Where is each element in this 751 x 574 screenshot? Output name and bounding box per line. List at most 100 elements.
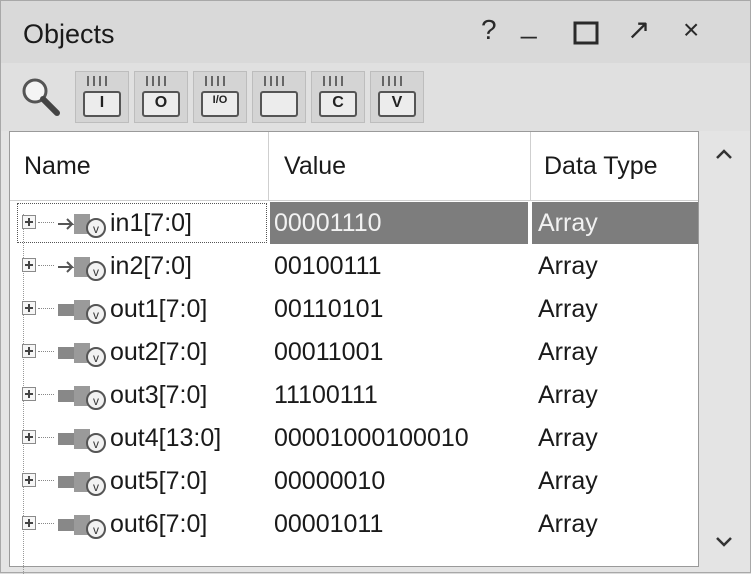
help-icon[interactable]: ?: [481, 15, 497, 45]
table-header: Name Value Data Type: [10, 132, 698, 201]
maximize-icon[interactable]: [573, 21, 599, 51]
signal-name: in2[7:0]: [110, 252, 193, 280]
vertical-scrollbar[interactable]: [699, 131, 749, 565]
data-type-cell[interactable]: Array: [532, 503, 698, 545]
value-cell[interactable]: 11100111: [270, 374, 528, 416]
constant-signal-filter-button[interactable]: C: [311, 71, 365, 123]
data-type-cell[interactable]: Array: [532, 417, 698, 459]
data-type-cell[interactable]: Array: [532, 331, 698, 373]
column-divider[interactable]: [268, 132, 269, 200]
output-signal-icon: v: [58, 472, 106, 496]
data-type-cell[interactable]: Array: [532, 288, 698, 330]
tree-connector: [38, 437, 54, 438]
svg-text:v: v: [93, 480, 99, 494]
toolbar-button-label: V: [391, 94, 403, 111]
svg-text:v: v: [93, 222, 99, 236]
table-row[interactable]: v in2[7:0] 00100111 Array: [10, 245, 698, 288]
name-cell[interactable]: v in1[7:0]: [16, 202, 268, 244]
data-type-cell[interactable]: Array: [532, 374, 698, 416]
close-icon[interactable]: ×: [683, 15, 699, 45]
scroll-up-icon[interactable]: [713, 143, 735, 165]
svg-text:v: v: [93, 523, 99, 537]
name-cell[interactable]: v in2[7:0]: [16, 245, 268, 287]
tree-connector: [38, 351, 54, 352]
input-signal-icon: v: [58, 214, 106, 238]
table-row[interactable]: v out6[7:0] 00001011 Array: [10, 503, 698, 546]
expand-icon[interactable]: [22, 430, 36, 444]
svg-text:v: v: [93, 437, 99, 451]
value-cell[interactable]: 00011001: [270, 331, 528, 373]
expand-icon[interactable]: [22, 258, 36, 272]
variable-signal-filter-button[interactable]: V: [370, 71, 424, 123]
expand-icon[interactable]: [22, 215, 36, 229]
value-cell[interactable]: 00001110: [270, 202, 528, 244]
expand-icon[interactable]: [22, 387, 36, 401]
internal-signal-icon: [260, 76, 298, 117]
expand-icon[interactable]: [22, 301, 36, 315]
output-signal-icon: v: [58, 515, 106, 539]
toolbar-button-label: I/O: [212, 94, 228, 106]
input-signal-filter-button[interactable]: I: [75, 71, 129, 123]
value-cell[interactable]: 00001000100010: [270, 417, 528, 459]
toolbar-button-label: I: [99, 94, 105, 111]
output-signal-icon: v: [58, 386, 106, 410]
panel-title: Objects: [23, 19, 115, 49]
expand-icon[interactable]: [22, 473, 36, 487]
minimize-icon[interactable]: _: [521, 9, 537, 39]
search-icon[interactable]: [19, 75, 63, 119]
signal-name: out2[7:0]: [110, 338, 208, 366]
signal-name: out4[13:0]: [110, 424, 222, 452]
column-divider[interactable]: [530, 132, 531, 200]
float-icon[interactable]: ↗: [627, 15, 650, 45]
table-row[interactable]: v out3[7:0] 11100111 Array: [10, 374, 698, 417]
name-cell[interactable]: v out2[7:0]: [16, 331, 268, 373]
inout-signal-filter-button[interactable]: I/O: [193, 71, 247, 123]
tree-connector: [38, 480, 54, 481]
table-row[interactable]: v out4[13:0] 00001000100010 Array: [10, 417, 698, 460]
table-row[interactable]: v out5[7:0] 00000010 Array: [10, 460, 698, 503]
expand-icon[interactable]: [22, 344, 36, 358]
objects-table: Name Value Data Type v in1[7:0] 00001110 Ar…: [9, 131, 699, 574]
toolbar-button-label: O: [154, 94, 168, 111]
column-header-name[interactable]: Name: [24, 132, 91, 200]
toolbar: I O I/O C V: [1, 63, 750, 131]
data-type-cell[interactable]: Array: [532, 202, 698, 244]
table-row[interactable]: v in1[7:0] 00001110 Array: [10, 202, 698, 245]
table-row[interactable]: v out2[7:0] 00011001 Array: [10, 331, 698, 374]
name-cell[interactable]: v out6[7:0]: [16, 503, 268, 545]
tree-connector: [38, 308, 54, 309]
output-signal-icon: v: [58, 300, 106, 324]
svg-text:v: v: [93, 308, 99, 322]
signal-name: out5[7:0]: [110, 467, 208, 495]
expand-icon[interactable]: [22, 516, 36, 530]
data-type-cell[interactable]: Array: [532, 460, 698, 502]
svg-text:v: v: [93, 394, 99, 408]
signal-name: out1[7:0]: [110, 295, 208, 323]
toolbar-button-label: C: [332, 94, 344, 111]
name-cell[interactable]: v out4[13:0]: [16, 417, 268, 459]
column-header-value[interactable]: Value: [284, 132, 346, 200]
output-signal-icon: v: [58, 429, 106, 453]
value-cell[interactable]: 00000010: [270, 460, 528, 502]
name-cell[interactable]: v out3[7:0]: [16, 374, 268, 416]
scroll-down-icon[interactable]: [713, 531, 735, 553]
internal-signal-filter-button[interactable]: [252, 71, 306, 123]
data-type-cell[interactable]: Array: [532, 245, 698, 287]
output-signal-filter-button[interactable]: O: [134, 71, 188, 123]
svg-text:v: v: [93, 265, 99, 279]
name-cell[interactable]: v out1[7:0]: [16, 288, 268, 330]
tree-connector: [38, 265, 54, 266]
signal-name: out3[7:0]: [110, 381, 208, 409]
column-header-data-type[interactable]: Data Type: [544, 132, 658, 200]
value-cell[interactable]: 00001011: [270, 503, 528, 545]
input-signal-icon: v: [58, 257, 106, 281]
title-bar: Objects ? _ ↗ ×: [1, 1, 750, 63]
objects-panel: Objects ? _ ↗ × I O I/O C V Name Value Data …: [0, 0, 751, 574]
name-cell[interactable]: v out5[7:0]: [16, 460, 268, 502]
table-row[interactable]: v out1[7:0] 00110101 Array: [10, 288, 698, 331]
tree-connector: [38, 222, 54, 223]
svg-text:v: v: [93, 351, 99, 365]
signal-name: out6[7:0]: [110, 510, 208, 538]
value-cell[interactable]: 00110101: [270, 288, 528, 330]
value-cell[interactable]: 00100111: [270, 245, 528, 287]
